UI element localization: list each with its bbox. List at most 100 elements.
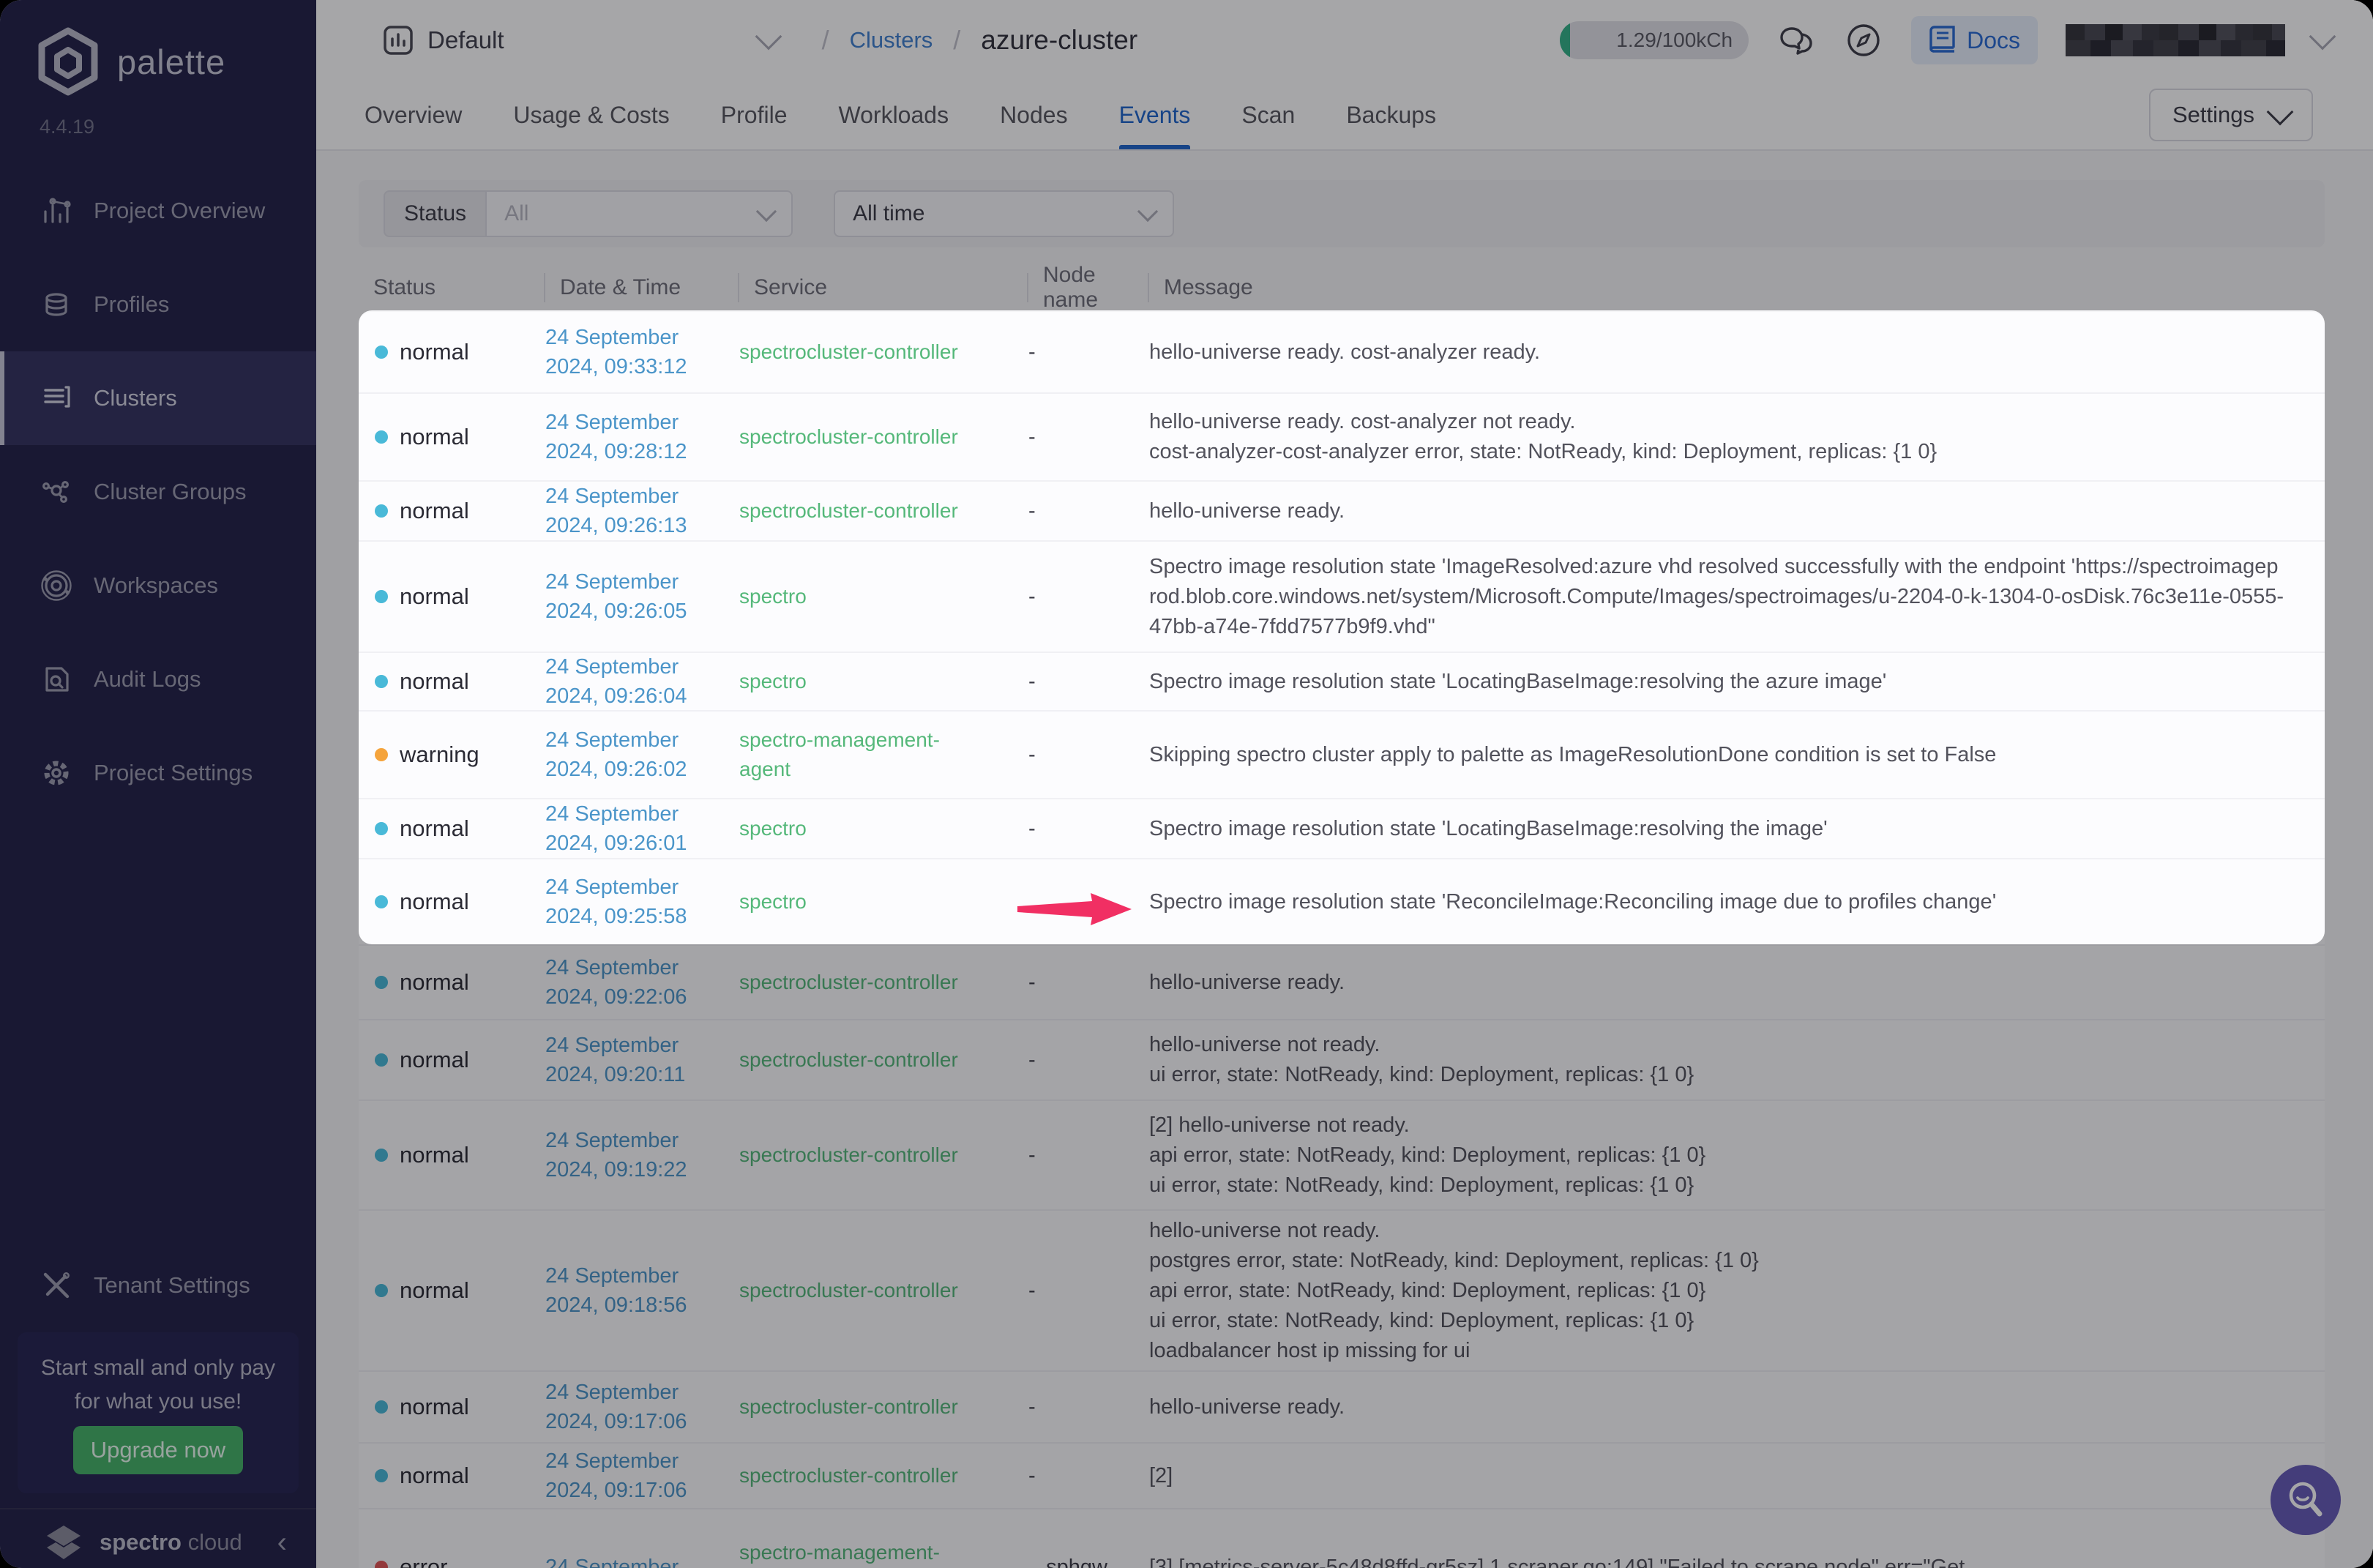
status-text: normal: [400, 1463, 469, 1489]
status-text: normal: [400, 1047, 469, 1073]
event-node-name: -: [1028, 670, 1149, 694]
compass-icon[interactable]: [1844, 20, 1883, 60]
event-service: spectrocluster-controller: [739, 422, 1028, 452]
breadcrumb: / Clusters / azure-cluster: [822, 25, 1138, 56]
event-row[interactable]: normal24 September 2024, 09:26:04spectro…: [359, 653, 2325, 712]
promo-text: Start small and only pay for what you us…: [0, 1351, 316, 1419]
event-status-cell: normal: [359, 1277, 545, 1304]
event-row[interactable]: normal24 September 2024, 09:17:06spectro…: [359, 1372, 2325, 1444]
app-version: 4.4.19: [40, 116, 94, 138]
status-text: normal: [400, 815, 469, 842]
molecule-icon: [40, 475, 73, 509]
event-node-name: -: [1028, 1395, 1149, 1419]
status-text: normal: [400, 668, 469, 695]
event-status-cell: normal: [359, 815, 545, 842]
event-node-name: -: [1028, 1048, 1149, 1072]
event-status-cell: warning: [359, 742, 545, 768]
event-row[interactable]: normal24 September 2024, 09:17:06spectro…: [359, 1444, 2325, 1509]
tab-scan[interactable]: Scan: [1241, 81, 1295, 149]
search-fab-button[interactable]: [2271, 1465, 2341, 1535]
event-service: spectrocluster-controller: [739, 1140, 1028, 1170]
collapse-sidebar-icon[interactable]: ‹: [277, 1528, 287, 1557]
status-dot-normal: [375, 1469, 388, 1482]
event-service: spectro-management- agent: [739, 725, 1028, 784]
event-datetime: 24 September 2024, 09:22:06: [545, 953, 739, 1012]
tab-overview[interactable]: Overview: [365, 81, 462, 149]
event-status-cell: normal: [359, 424, 545, 450]
breadcrumb-separator: /: [822, 25, 829, 56]
event-node-name: -: [1028, 743, 1149, 767]
status-text: normal: [400, 889, 469, 915]
status-dot-warning: [375, 748, 388, 761]
event-node-name: -: [1028, 499, 1149, 523]
event-row[interactable]: normal24 September 2024, 09:33:12spectro…: [359, 312, 2325, 394]
settings-button[interactable]: Settings: [2149, 89, 2313, 141]
spectro-cloud-wordmark: spectro cloud: [100, 1529, 242, 1556]
event-datetime: 24 September 2024, 09:26:13: [545, 482, 739, 540]
tab-events[interactable]: Events: [1119, 81, 1191, 149]
sidebar-item-cluster-groups[interactable]: Cluster Groups: [0, 445, 316, 539]
sidebar-item-workspaces[interactable]: Workspaces: [0, 539, 316, 632]
event-node-name: -: [1028, 817, 1149, 841]
event-row[interactable]: normal24 September 2024, 09:19:22spectro…: [359, 1101, 2325, 1211]
event-status-cell: normal: [359, 1047, 545, 1073]
event-row[interactable]: normal24 September 2024, 09:26:01spectro…: [359, 799, 2325, 859]
status-text: normal: [400, 339, 469, 365]
event-row[interactable]: normal24 September 2024, 09:26:13spectro…: [359, 482, 2325, 542]
event-datetime: 24 September 2024, 09:25:58: [545, 873, 739, 931]
event-row[interactable]: warning24 September 2024, 09:26:02spectr…: [359, 712, 2325, 799]
event-service: spectrocluster-controller: [739, 337, 1028, 367]
usage-value: 1.29/100kCh: [1616, 29, 1733, 52]
spectro-cloud-logo-icon: [42, 1523, 85, 1562]
status-text: normal: [400, 969, 469, 996]
column-header-date-time: Date & Time: [545, 273, 739, 302]
event-service: spectro-management- agent: [739, 1538, 1028, 1568]
event-message: [2] hello-universe not ready. api error,…: [1149, 1110, 2325, 1201]
docs-button[interactable]: Docs: [1911, 16, 2038, 64]
event-status-cell: normal: [359, 1142, 545, 1168]
sidebar-item-profiles[interactable]: Profiles: [0, 258, 316, 351]
sidebar-item-project-settings[interactable]: Project Settings: [0, 726, 316, 820]
event-row[interactable]: normal24 September 2024, 09:20:11spectro…: [359, 1020, 2325, 1101]
sidebar-item-label: Profiles: [94, 291, 169, 318]
sidebar-item-label: Project Overview: [94, 198, 265, 224]
chat-icon[interactable]: [1776, 20, 1816, 60]
status-text: error: [400, 1554, 447, 1568]
tab-profile[interactable]: Profile: [721, 81, 788, 149]
sidebar-item-audit-logs[interactable]: Audit Logs: [0, 632, 316, 726]
upgrade-now-button[interactable]: Upgrade now: [73, 1426, 243, 1474]
sidebar-item-clusters[interactable]: Clusters: [0, 351, 316, 445]
tab-backups[interactable]: Backups: [1346, 81, 1436, 149]
status-text: normal: [400, 1142, 469, 1168]
event-service: spectrocluster-controller: [739, 1461, 1028, 1490]
event-row[interactable]: error24 Septemberspectro-management- age…: [359, 1509, 2325, 1568]
tab-nodes[interactable]: Nodes: [1000, 81, 1068, 149]
event-row[interactable]: normal24 September 2024, 09:25:58spectro…: [359, 859, 2325, 946]
event-status-cell: normal: [359, 339, 545, 365]
project-selector[interactable]: Default: [382, 24, 778, 56]
event-service: spectrocluster-controller: [739, 1045, 1028, 1075]
tab-workloads[interactable]: Workloads: [838, 81, 949, 149]
time-range-select[interactable]: All time: [834, 190, 1174, 237]
sidebar-item-tenant-settings[interactable]: Tenant Settings: [0, 1239, 316, 1332]
events-table-header: StatusDate & TimeServiceNode nameMessage: [359, 264, 2325, 312]
event-row[interactable]: normal24 September 2024, 09:28:12spectro…: [359, 394, 2325, 482]
events-content: Status All All time StatusDate & TimeSer…: [316, 152, 2373, 1568]
tab-usage-costs[interactable]: Usage & Costs: [513, 81, 669, 149]
event-row[interactable]: normal24 September 2024, 09:22:06spectro…: [359, 946, 2325, 1020]
user-menu-chevron-icon[interactable]: [2309, 23, 2336, 51]
event-service: spectro: [739, 582, 1028, 611]
event-row[interactable]: normal24 September 2024, 09:26:05spectro…: [359, 542, 2325, 653]
user-account-redacted[interactable]: [2066, 24, 2285, 56]
breadcrumb-clusters-link[interactable]: Clusters: [850, 27, 933, 53]
status-dot-normal: [375, 430, 388, 444]
sidebar-menu: Project Overview Profiles ClustersCluster …: [0, 164, 316, 820]
event-row[interactable]: normal24 September 2024, 09:18:56spectro…: [359, 1211, 2325, 1372]
status-filter-select[interactable]: All: [485, 190, 793, 237]
status-text: normal: [400, 1394, 469, 1420]
event-message: hello-universe ready. cost-analyzer read…: [1149, 337, 2325, 367]
page-title: azure-cluster: [981, 25, 1137, 56]
sidebar-item-project-overview[interactable]: Project Overview: [0, 164, 316, 258]
event-node-name: -: [1028, 425, 1149, 449]
event-service: spectro: [739, 667, 1028, 696]
